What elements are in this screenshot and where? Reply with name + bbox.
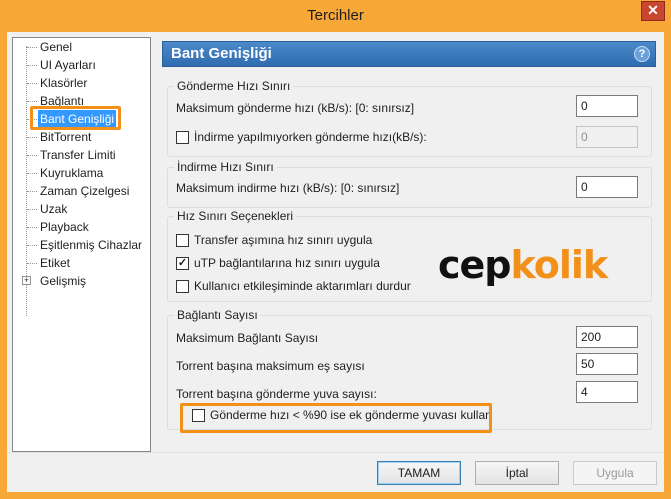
cepkolik-logo: cepkolik [438, 243, 609, 287]
stop-on-interaction-checkbox[interactable] [176, 280, 189, 293]
upload-while-idle-label: İndirme yapılmıyorken gönderme hızı(kB/s… [194, 130, 427, 144]
max-download-label: Maksimum indirme hızı (kB/s): [0: sınırs… [176, 181, 400, 195]
group-title: Hız Sınırı Seçenekleri [174, 209, 297, 223]
max-connections-label: Maksimum Bağlantı Sayısı [176, 331, 319, 345]
button-separator [7, 452, 664, 453]
tree-item-label: Eşitlenmiş Cihazlar [40, 238, 143, 252]
max-peers-input[interactable]: 50 [576, 353, 638, 375]
apply-button[interactable]: Uygula [573, 461, 657, 485]
logo-part-1: cep [438, 243, 511, 287]
group-title: İndirme Hızı Sınırı [174, 160, 277, 174]
tree-item-label: Kuyruklama [40, 166, 104, 180]
selection-highlight-box [30, 106, 121, 130]
tree-item-label: Klasörler [40, 76, 88, 90]
stop-on-interaction-label: Kullanıcı etkileşiminde aktarımları durd… [194, 279, 411, 293]
title-bar[interactable]: Tercihler ✕ [0, 0, 671, 32]
close-button[interactable]: ✕ [641, 1, 665, 21]
tree-item-label: Genel [40, 40, 73, 54]
tree-item-label: BitTorrent [40, 130, 92, 144]
upload-limit-group: Gönderme Hızı Sınırı Maksimum gönderme h… [167, 79, 652, 157]
transfer-overhead-checkbox[interactable] [176, 234, 189, 247]
download-limit-group: İndirme Hızı Sınırı Maksimum indirme hız… [167, 160, 652, 208]
upload-while-idle-checkbox[interactable] [176, 131, 189, 144]
cancel-button[interactable]: İptal [475, 461, 559, 485]
tree-item-label: Etiket [40, 256, 71, 270]
upload-slots-label: Torrent başına gönderme yuva sayısı: [176, 387, 377, 401]
category-tree[interactable]: Genel UI Ayarları Klasörler Bağlantı Ban… [12, 37, 151, 452]
utp-limit-checkbox[interactable]: ✓ [176, 257, 189, 270]
utp-limit-label: uTP bağlantılarına hız sınırı uygula [194, 256, 380, 270]
help-icon[interactable]: ? [634, 46, 650, 62]
preferences-window: Tercihler ✕ Genel UI Ayarları Klasörler … [0, 0, 671, 499]
panel-header: Bant Genişliği ? [162, 41, 656, 67]
dialog-client-area: Genel UI Ayarları Klasörler Bağlantı Ban… [7, 32, 664, 492]
tree-item-label: Uzak [40, 202, 68, 216]
max-download-input[interactable]: 0 [576, 176, 638, 198]
option-highlight-box [180, 403, 492, 433]
tree-item-label: UI Ayarları [40, 58, 96, 72]
upload-slots-input[interactable]: 4 [576, 381, 638, 403]
tree-item-label: Zaman Çizelgesi [40, 184, 130, 198]
expand-plus-icon[interactable]: + [22, 276, 31, 285]
window-title: Tercihler [307, 7, 364, 24]
tree-item-label: Transfer Limiti [40, 148, 116, 162]
group-title: Bağlantı Sayısı [174, 308, 261, 322]
upload-while-idle-input[interactable]: 0 [576, 126, 638, 148]
logo-part-2: kolik [510, 243, 609, 287]
panel-title: Bant Genişliği [171, 45, 272, 62]
max-upload-input[interactable]: 0 [576, 95, 638, 117]
ok-button[interactable]: TAMAM [377, 461, 461, 485]
group-title: Gönderme Hızı Sınırı [174, 79, 294, 93]
transfer-overhead-label: Transfer aşımına hız sınırı uygula [194, 233, 373, 247]
tree-item-label: Gelişmiş [40, 274, 87, 288]
tree-item-label: Playback [40, 220, 89, 234]
max-upload-label: Maksimum gönderme hızı (kB/s): [0: sınır… [176, 101, 415, 115]
max-connections-input[interactable]: 200 [576, 326, 638, 348]
max-peers-label: Torrent başına maksimum eş sayısı [176, 359, 365, 373]
